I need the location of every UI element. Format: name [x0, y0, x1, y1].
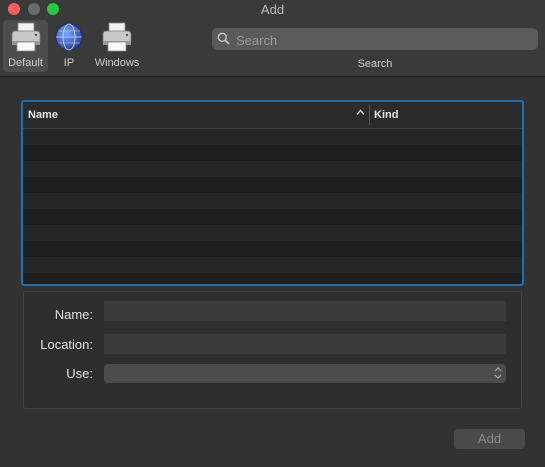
search-label: Search [357, 58, 393, 70]
tab-default-label: Default [8, 57, 43, 69]
table-row [23, 273, 522, 284]
window-title: Add [260, 2, 285, 17]
table-body [23, 129, 522, 284]
location-label: Location: [40, 337, 93, 352]
table-row [23, 225, 522, 241]
column-header-kind[interactable]: Kind [374, 109, 398, 121]
add-button[interactable]: Add [454, 429, 525, 449]
name-field[interactable] [104, 301, 506, 321]
table-row [23, 193, 522, 209]
use-label: Use: [66, 366, 93, 381]
table-row [23, 257, 522, 273]
table-row [23, 209, 522, 225]
column-divider[interactable] [369, 105, 370, 125]
use-select[interactable] [104, 364, 506, 383]
table-row [23, 145, 522, 161]
table-row [23, 129, 522, 145]
globe-icon [54, 22, 84, 55]
search-icon [217, 32, 230, 50]
table-header: Name Kind [23, 102, 522, 129]
printer-details-form: Name: Location: Use: [23, 291, 522, 409]
printer-list-table[interactable]: Name Kind [21, 100, 524, 286]
tab-windows-label: Windows [94, 57, 140, 69]
search-field[interactable] [212, 28, 538, 51]
sort-ascending-icon [356, 108, 365, 120]
tab-windows[interactable]: Windows [90, 20, 144, 72]
add-printer-window: Add Default IP Windows Search Search Nam… [0, 0, 545, 467]
tab-default[interactable]: Default [3, 20, 48, 72]
printer-icon [100, 22, 134, 55]
location-field[interactable] [104, 334, 506, 354]
table-row [23, 241, 522, 257]
tab-ip-label: IP [63, 57, 75, 69]
printer-icon [9, 22, 43, 55]
table-row [23, 177, 522, 193]
table-row [23, 161, 522, 177]
name-label: Name: [54, 307, 93, 322]
tab-ip[interactable]: IP [53, 20, 85, 72]
updown-chevron-icon [494, 366, 502, 385]
search-input[interactable] [234, 29, 534, 51]
column-header-name[interactable]: Name [28, 109, 58, 121]
titlebar-toolbar: Add Default IP Windows Search Search [0, 0, 545, 77]
